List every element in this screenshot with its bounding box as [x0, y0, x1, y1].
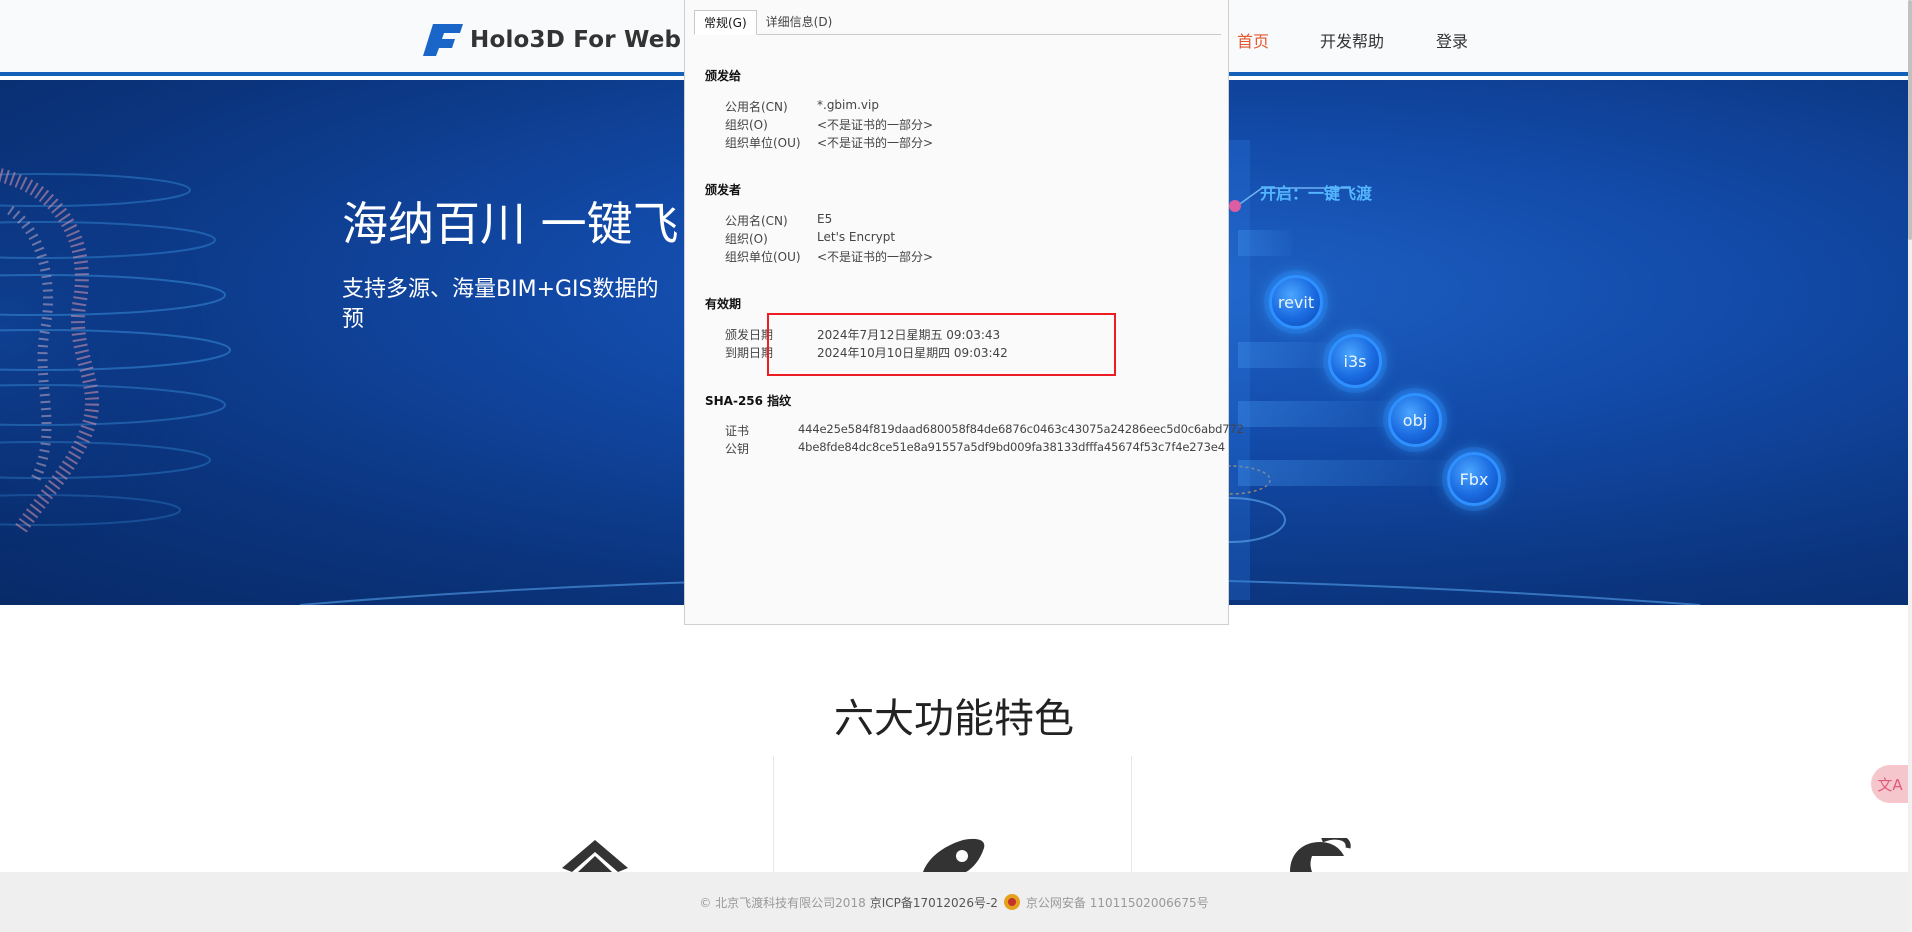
police-badge-icon: [1003, 894, 1020, 910]
fingerprint-heading: SHA-256 指纹: [705, 394, 792, 408]
tab-details[interactable]: 详细信息(D): [757, 10, 842, 35]
issued-to-heading: 颁发给: [705, 69, 742, 83]
format-bubble-revit: revit: [1269, 275, 1323, 329]
hero-subtitle: 支持多源、海量BIM+GIS数据的 预: [342, 275, 702, 335]
internet-explorer-icon: [1290, 838, 1351, 872]
features-title: 六大功能特色: [834, 696, 1074, 742]
format-line: [1238, 342, 1338, 368]
issued-to-o-label: 组织(O): [725, 118, 768, 132]
page-scrollbar-thumb[interactable]: [1908, 0, 1912, 240]
issue-date-label: 颁发日期: [725, 328, 774, 342]
issued-by-heading: 颁发者: [705, 183, 742, 197]
translate-widget-icon[interactable]: 文A: [1871, 765, 1909, 803]
feature-divider: [773, 756, 774, 876]
format-line: [1238, 230, 1292, 256]
nav-login[interactable]: 登录: [1436, 28, 1468, 52]
holo3d-logo-icon: [423, 24, 463, 56]
format-line: [1238, 460, 1453, 486]
issued-to-cn-label: 公用名(CN): [725, 100, 788, 114]
footer-police-record[interactable]: 京公网安备 11011502006675号: [1026, 894, 1209, 911]
validity-highlight-box: [767, 313, 1116, 376]
format-bubble-fbx: Fbx: [1447, 452, 1501, 506]
hero-kicker: 开启：一键飞渡: [1260, 184, 1373, 203]
issued-to-ou-value: <不是证书的一部分>: [817, 136, 934, 150]
cert-fingerprint-label: 证书: [725, 424, 750, 438]
issued-by-o-label: 组织(O): [725, 232, 768, 246]
nav-home[interactable]: 首页: [1237, 28, 1269, 52]
issued-by-o-value: Let's Encrypt: [817, 230, 896, 244]
feature-divider: [1131, 756, 1132, 876]
pubkey-fingerprint-value: 4be8fde84dc8ce51e8a91557a5df9bd009fa3813…: [798, 440, 1225, 454]
tab-general[interactable]: 常规(G): [694, 10, 757, 35]
format-bubble-obj: obj: [1388, 393, 1442, 447]
format-bubble-i3s: i3s: [1328, 334, 1382, 388]
pubkey-fingerprint-label: 公钥: [725, 442, 750, 456]
layers-icon: [562, 840, 628, 872]
hero-title: 海纳百川 一键飞: [342, 197, 679, 251]
logo-text: Holo3D For Web: [470, 27, 682, 53]
rocket-icon: [923, 838, 985, 872]
issued-by-cn-value: E5: [817, 212, 833, 226]
issued-to-ou-label: 组织单位(OU): [725, 136, 801, 150]
certificate-tabs: 常规(G) 详细信息(D): [694, 10, 841, 35]
cert-fingerprint-value: 444e25e584f819daad680058f84de6876c0463c4…: [798, 422, 1244, 436]
nav-dev-help[interactable]: 开发帮助: [1320, 28, 1384, 52]
hero-subtitle-line2: 预: [342, 307, 365, 332]
format-line: [1238, 401, 1398, 427]
issued-to-o-value: <不是证书的一部分>: [817, 118, 934, 132]
site-footer: © 北京飞渡科技有限公司2018 京ICP备17012026号-2 京公网安备 …: [0, 872, 1908, 932]
issued-by-ou-label: 组织单位(OU): [725, 250, 801, 264]
hero-subtitle-line1: 支持多源、海量BIM+GIS数据的: [342, 277, 659, 302]
issued-to-cn-value: *.gbim.vip: [817, 98, 879, 112]
footer-copyright: © 北京飞渡科技有限公司2018: [699, 895, 866, 910]
site-logo[interactable]: Holo3D For Web: [423, 22, 681, 58]
issued-by-ou-value: <不是证书的一部分>: [817, 250, 934, 264]
footer-icp-link[interactable]: 京ICP备17012026号-2: [870, 894, 998, 911]
expiry-date-label: 到期日期: [725, 346, 774, 360]
validity-heading: 有效期: [705, 297, 742, 311]
globe-graphic: [0, 150, 231, 550]
issued-by-cn-label: 公用名(CN): [725, 214, 788, 228]
